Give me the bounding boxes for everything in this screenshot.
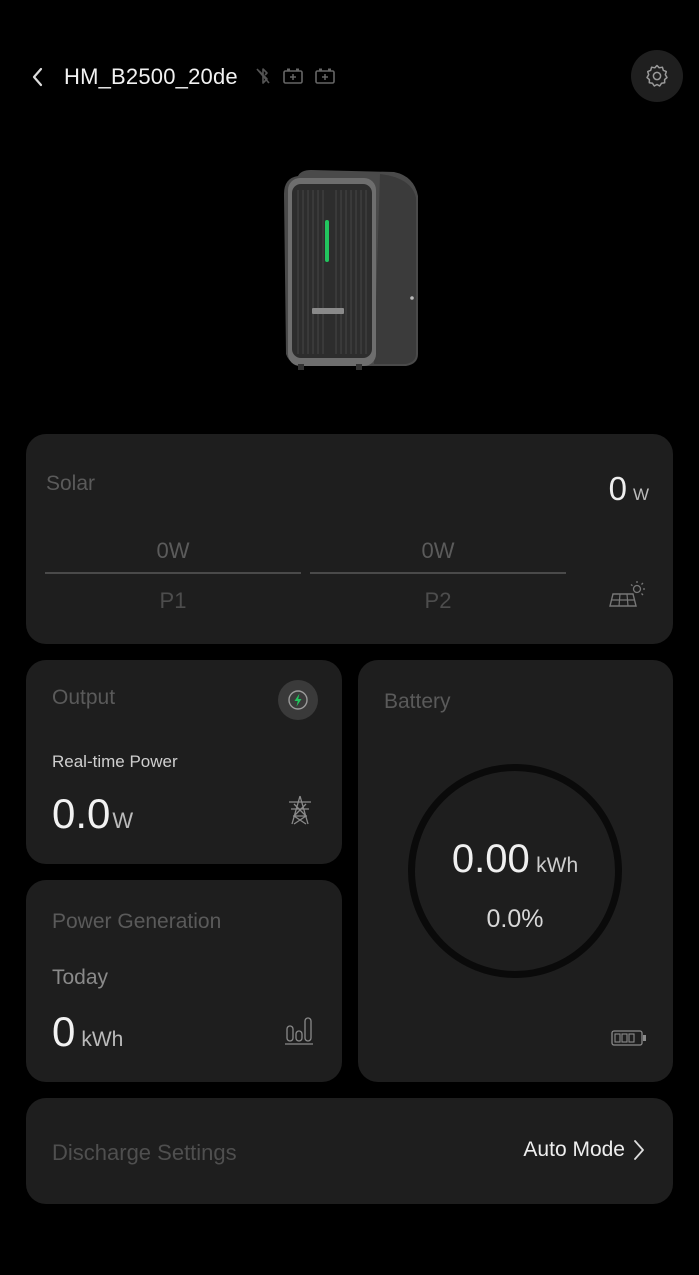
- back-button[interactable]: [26, 64, 50, 90]
- settings-button[interactable]: [631, 50, 683, 102]
- discharge-mode-value: Auto Mode: [523, 1138, 625, 1161]
- battery-ring: 0.00 kWh 0.0%: [408, 764, 622, 978]
- solar-total-value: 0: [608, 470, 627, 507]
- power-tower-icon: [289, 795, 311, 825]
- device-image: [276, 168, 426, 374]
- pv-name: P1: [159, 588, 187, 613]
- power-generation-card[interactable]: Power Generation Today 0 kWh: [26, 880, 342, 1082]
- generation-label: Power Generation: [52, 910, 222, 933]
- output-card[interactable]: Output Real-time Power 0.0 W: [26, 660, 342, 864]
- output-power-unit: W: [112, 808, 134, 833]
- generation-energy-value: 0: [52, 1008, 76, 1055]
- output-toggle-button[interactable]: [278, 680, 318, 720]
- battery-pack-icon: [315, 68, 335, 84]
- solar-panel-icon: [609, 581, 645, 607]
- top-bar: HM_B2500_20de: [0, 50, 699, 104]
- divider: [310, 572, 566, 574]
- output-label: Output: [52, 686, 116, 709]
- status-icons: [254, 66, 336, 86]
- solar-card[interactable]: Solar 0 W 0W P1 0W P2: [26, 434, 673, 644]
- lightning-icon: [288, 690, 308, 710]
- battery-percent: 0.0%: [486, 905, 544, 933]
- battery-energy-unit: kWh: [536, 854, 579, 877]
- chevron-left-icon: [32, 67, 43, 87]
- bluetooth-off-icon: [256, 68, 270, 84]
- generation-value: 0 kWh: [52, 1008, 123, 1056]
- gear-icon: [646, 64, 668, 87]
- pv-value: 0W: [156, 538, 190, 563]
- device-title: HM_B2500_20de: [64, 64, 238, 89]
- divider: [45, 572, 301, 574]
- battery-card[interactable]: Battery 0.00 kWh 0.0%: [358, 660, 673, 1082]
- chevron-right-icon: [634, 1140, 644, 1160]
- solar-total: 0 W: [609, 470, 649, 508]
- realtime-power-label: Real-time Power: [52, 752, 178, 771]
- discharge-mode[interactable]: Auto Mode: [523, 1138, 645, 1162]
- pv-name: P2: [424, 588, 452, 613]
- pv-input-2: 0W P2: [310, 534, 566, 624]
- solar-label: Solar: [46, 472, 96, 495]
- output-value: 0.0 W: [52, 790, 133, 838]
- battery-pack-icon: [283, 68, 303, 84]
- battery-icon: [611, 1030, 646, 1046]
- battery-energy: 0.00 kWh: [415, 837, 615, 882]
- discharge-settings-row[interactable]: Discharge Settings Auto Mode: [26, 1098, 673, 1204]
- pv-value: 0W: [421, 538, 455, 563]
- generation-period: Today: [52, 966, 109, 989]
- generation-energy-unit: kWh: [81, 1028, 124, 1051]
- solar-total-unit: W: [632, 485, 649, 504]
- battery-energy-value: 0.00: [451, 837, 530, 881]
- bar-chart-icon: [285, 1017, 313, 1045]
- discharge-settings-label: Discharge Settings: [52, 1140, 237, 1165]
- output-power-value: 0.0: [52, 790, 111, 837]
- pv-input-1: 0W P1: [45, 534, 301, 624]
- battery-label: Battery: [384, 690, 451, 713]
